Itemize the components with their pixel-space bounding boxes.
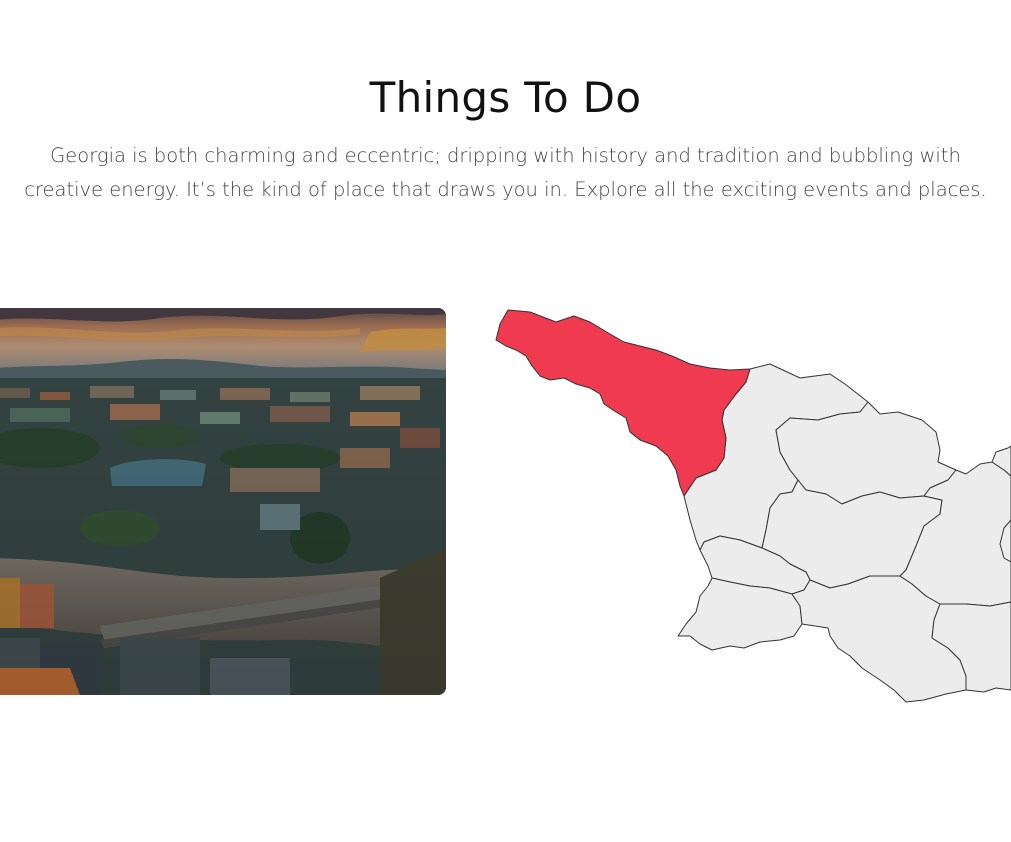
section-title: Things To Do — [369, 73, 642, 122]
georgia-map[interactable] — [470, 290, 1011, 720]
city-photo-illustration — [0, 308, 446, 695]
city-photo — [0, 308, 446, 695]
georgia-map-svg — [495, 309, 1011, 703]
intro-line-1: Georgia is both charming and eccentric; … — [50, 144, 961, 167]
intro-line-2: creative energy. It’s the kind of place … — [24, 178, 987, 201]
section-intro: Georgia is both charming and eccentric; … — [0, 139, 1011, 207]
map-region-abkhazia-selected[interactable] — [495, 309, 751, 497]
